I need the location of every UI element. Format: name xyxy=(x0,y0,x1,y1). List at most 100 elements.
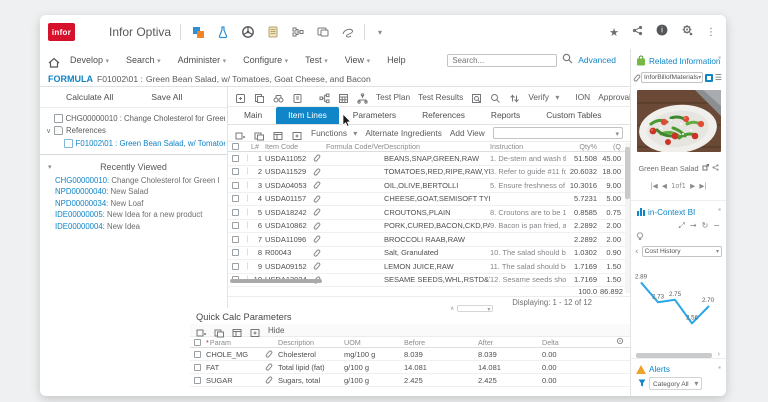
tree-item[interactable]: ∨ References xyxy=(46,125,225,138)
wheel-icon[interactable] xyxy=(240,25,255,40)
tab-custom-tables[interactable]: Custom Tables xyxy=(534,107,613,124)
hide-button[interactable]: Hide xyxy=(268,326,284,335)
attachment-paperclip-icon[interactable] xyxy=(312,194,322,204)
drag-handle[interactable]: | xyxy=(244,249,251,256)
next-page-icon[interactable]: ▶ xyxy=(690,182,695,190)
bi-panel-menu-icon[interactable]: ▪ xyxy=(718,205,721,214)
grid-settings-icon[interactable] xyxy=(273,128,284,140)
attachment-paperclip-icon[interactable] xyxy=(264,375,274,385)
approval-button[interactable]: Approval xyxy=(598,92,630,102)
refresh-icon[interactable]: ↻ xyxy=(702,221,709,231)
row-checkbox[interactable] xyxy=(194,376,201,384)
item-row[interactable]: | 8 R00043 Salt, Granulated 10. The salad sh… xyxy=(228,247,630,260)
attachment-paperclip-icon[interactable] xyxy=(312,261,322,271)
info-icon[interactable]: i xyxy=(656,23,668,41)
drag-handle[interactable]: | xyxy=(244,263,251,270)
tree-item[interactable]: F01002\01 : Green Bean Salad, w/ Tomatoe… xyxy=(46,137,225,150)
attachment-paperclip-icon[interactable] xyxy=(312,248,322,258)
card-view-icon[interactable] xyxy=(704,73,713,82)
item-row[interactable]: | 4 USDA01157 CHEESE,GOAT,SEMISOFT TYPE 5.72… xyxy=(228,193,630,206)
bi-horizontal-scrollbar[interactable]: › xyxy=(636,351,720,358)
hierarchy-icon[interactable] xyxy=(357,91,368,104)
prev-page-icon[interactable]: ◀ xyxy=(662,182,667,190)
drag-handle[interactable]: | xyxy=(244,168,251,175)
row-checkbox[interactable] xyxy=(232,181,239,189)
ion-button[interactable]: ION xyxy=(575,92,590,102)
calculate-all-button[interactable]: Calculate All xyxy=(66,92,113,102)
lab-flask-icon[interactable] xyxy=(215,25,230,40)
search-icon[interactable] xyxy=(562,51,573,69)
magnifier-icon[interactable] xyxy=(490,91,501,103)
menu-item-configure[interactable]: Configure ▾ xyxy=(243,55,288,65)
share-small-icon[interactable] xyxy=(711,164,719,173)
record-code-link[interactable]: IDE00000004: xyxy=(55,222,107,231)
drag-handle[interactable]: | xyxy=(244,195,251,202)
bi-metric-select[interactable]: Cost History ▾ xyxy=(641,246,722,257)
drag-handle[interactable]: | xyxy=(244,222,251,229)
image-pagination[interactable]: |◀ ◀ 1of1 ▶ ▶| xyxy=(631,182,726,190)
panel-menu-icon[interactable]: ▪ xyxy=(718,53,721,62)
record-code-link[interactable]: NPD00000034: xyxy=(55,199,110,208)
more-apps-caret-icon[interactable]: ▾ xyxy=(378,28,382,37)
tab-item-lines[interactable]: Item Lines xyxy=(276,107,339,124)
minimize-icon[interactable]: − xyxy=(713,221,720,231)
last-page-icon[interactable]: ▶| xyxy=(699,182,706,190)
copy-row-icon[interactable] xyxy=(254,128,265,140)
related-doc-type-select[interactable]: InforBillofMaterials ▾ xyxy=(641,72,703,83)
quick-calc-row[interactable]: SUGAR Sugars, total g/100 g 2.425 2.425 0.00 xyxy=(190,374,630,387)
verify-button[interactable]: Verify ▾ xyxy=(528,92,559,102)
qcp-export-icon[interactable] xyxy=(250,325,261,337)
hierarchy-app-icon[interactable] xyxy=(290,25,305,40)
open-link-icon[interactable] xyxy=(702,164,709,173)
attachment-paperclip-icon[interactable] xyxy=(312,207,322,217)
menu-item-test[interactable]: Test ▾ xyxy=(305,55,328,65)
overflow-menu-icon[interactable]: ⋮ xyxy=(706,27,716,38)
qcp-copy-icon[interactable] xyxy=(214,325,225,337)
qcp-select-all-checkbox[interactable] xyxy=(194,338,201,346)
find-binoculars-icon[interactable] xyxy=(273,91,284,103)
row-checkbox[interactable] xyxy=(194,363,201,371)
row-checkbox[interactable] xyxy=(232,262,239,270)
grid-search-icon[interactable] xyxy=(471,91,482,103)
presentation-icon[interactable] xyxy=(315,25,330,40)
settings-gear-icon[interactable] xyxy=(681,23,693,41)
add-row-icon[interactable] xyxy=(235,128,246,139)
calculator-icon[interactable] xyxy=(338,91,349,103)
alerts-panel-menu-icon[interactable]: ▪ xyxy=(718,363,721,372)
recently-viewed-item[interactable]: NPD00000040: New Salad xyxy=(40,187,227,199)
list-view-icon[interactable]: ☰ xyxy=(715,73,722,81)
select-all-checkbox[interactable] xyxy=(232,143,239,150)
row-checkbox[interactable] xyxy=(232,168,239,176)
item-row[interactable]: | 5 USDA18242 CROUTONS,PLAIN 8. Croutons are… xyxy=(228,206,630,220)
home-icon[interactable] xyxy=(48,55,60,68)
copy-icon[interactable] xyxy=(254,91,265,103)
menu-item-view[interactable]: View ▾ xyxy=(345,55,370,65)
row-checkbox[interactable] xyxy=(232,249,239,257)
apps-squares-icon[interactable] xyxy=(190,25,205,40)
tab-main[interactable]: Main xyxy=(232,107,274,124)
navigate-icon[interactable]: → xyxy=(690,221,697,231)
pane-splitter[interactable]: ∧ ▾ xyxy=(450,305,494,313)
item-row[interactable]: | 7 USDA11096 BROCCOLI RAAB,RAW 2.2892 2.00 xyxy=(228,233,630,247)
item-row[interactable]: | 9 USDA09152 LEMON JUICE,RAW 11. The salad … xyxy=(228,260,630,274)
record-code-link[interactable]: NPD00000040: xyxy=(55,187,110,196)
row-checkbox[interactable] xyxy=(232,208,239,216)
horizontal-scrollbar[interactable] xyxy=(230,279,322,283)
attachment-paperclip-icon[interactable] xyxy=(312,234,322,244)
drag-handle[interactable]: | xyxy=(244,182,251,189)
row-checkbox[interactable] xyxy=(232,235,239,243)
export-doc-icon[interactable] xyxy=(235,91,246,103)
row-checkbox[interactable] xyxy=(232,195,239,203)
qcp-settings-gear-icon[interactable] xyxy=(586,337,630,347)
attachment-paperclip-icon[interactable] xyxy=(312,167,322,177)
alert-category-select[interactable]: Category All ▾ xyxy=(649,377,703,390)
row-checkbox[interactable] xyxy=(232,154,239,162)
functions-menu[interactable]: Functions ▾ xyxy=(311,128,357,138)
attachment-paperclip-icon[interactable] xyxy=(312,153,322,163)
menu-item-administer[interactable]: Administer ▾ xyxy=(178,55,227,65)
record-code-link[interactable]: CHG00000010: xyxy=(55,176,111,185)
menu-item-help[interactable]: Help xyxy=(387,55,406,65)
save-all-button[interactable]: Save All xyxy=(151,92,182,102)
lasso-icon[interactable] xyxy=(340,25,355,40)
attach-doc-icon[interactable] xyxy=(292,91,303,103)
